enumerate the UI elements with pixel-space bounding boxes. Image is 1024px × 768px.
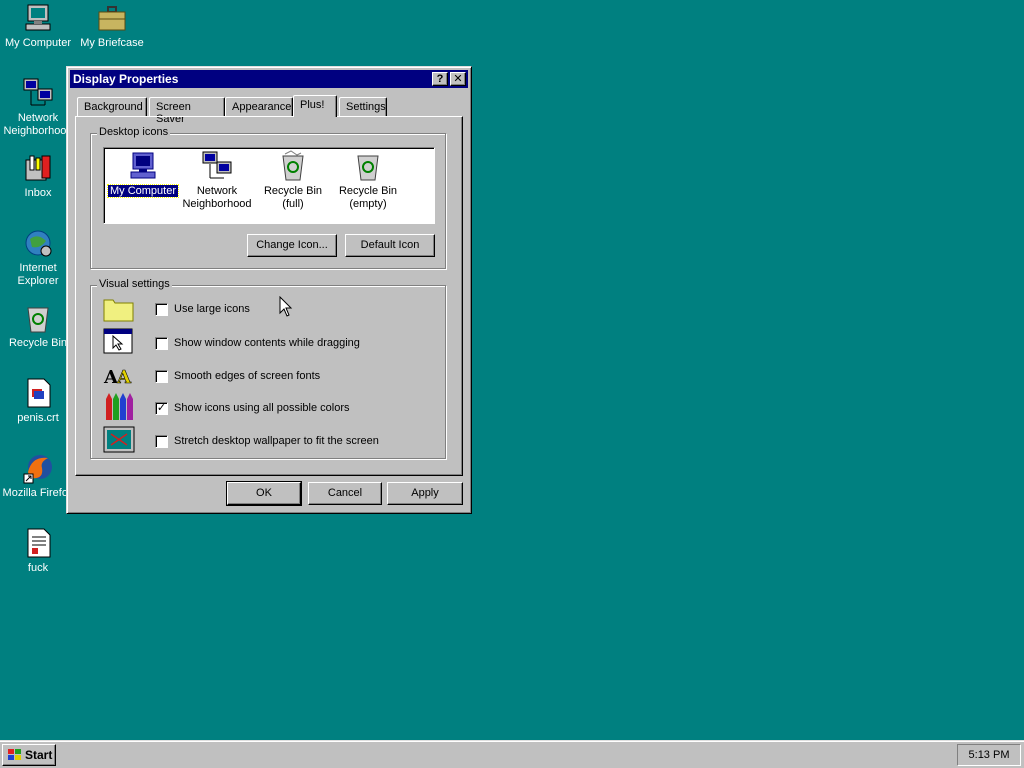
setting-row-stretch-wallpaper: Stretch desktop wallpaper to fit the scr… — [103, 426, 433, 456]
setting-row-large-icons: Use large icons — [103, 294, 433, 324]
close-button[interactable]: ✕ — [450, 72, 466, 86]
list-item-network-neighborhood[interactable]: Network Neighborhood — [180, 150, 254, 211]
desktop-icon-label: Network Neighborhood — [3, 112, 73, 137]
window-contents-checkbox[interactable] — [155, 337, 168, 350]
computer-icon — [127, 150, 159, 182]
desktop-icon-my-briefcase[interactable]: My Briefcase — [74, 2, 150, 50]
smooth-fonts-checkbox[interactable] — [155, 370, 168, 383]
tab-settings[interactable]: Settings — [339, 97, 387, 117]
crayons-icon — [103, 393, 135, 421]
document-icon — [22, 527, 54, 559]
network-icon — [22, 77, 54, 109]
setting-label: Show icons using all possible colors — [174, 402, 350, 414]
firefox-icon — [22, 452, 54, 484]
setting-label: Use large icons — [174, 303, 250, 315]
taskbar: Start 5:13 PM — [0, 740, 1024, 768]
display-properties-dialog: Display Properties ? ✕ Background Screen… — [66, 66, 472, 514]
monitor-stretch-icon — [103, 426, 135, 454]
group-title: Desktop icons — [97, 126, 171, 138]
svg-text:A: A — [116, 367, 132, 388]
desktop-icon-penis-crt[interactable]: penis.crt — [0, 377, 76, 425]
stretch-wallpaper-checkbox[interactable] — [155, 435, 168, 448]
list-item-recycle-bin-empty[interactable]: Recycle Bin (empty) — [331, 150, 405, 211]
setting-label: Smooth edges of screen fonts — [174, 370, 321, 382]
desktop-icon-document[interactable]: fuck — [0, 527, 76, 575]
desktop-icon-label: Recycle Bin — [8, 337, 68, 349]
desktop-icon-recycle-bin[interactable]: Recycle Bin — [0, 302, 76, 350]
desktop-icon-label: Internet Explorer — [17, 262, 59, 287]
desktop-icon-label: fuck — [27, 562, 49, 574]
desktop-icon-mozilla-firefox[interactable]: Mozilla Firefox — [0, 452, 76, 500]
large-icons-checkbox[interactable] — [155, 303, 168, 316]
tab-background[interactable]: Background — [77, 97, 147, 117]
setting-row-window-contents: Show window contents while dragging — [103, 328, 433, 358]
apply-button[interactable]: Apply — [387, 482, 463, 505]
tab-screen-saver[interactable]: Screen Saver — [149, 97, 225, 125]
mouse-cursor-icon — [279, 295, 293, 318]
desktop-icon-label: Inbox — [24, 187, 52, 199]
clock[interactable]: 5:13 PM — [969, 749, 1010, 761]
desktop-icon-label: My Computer — [4, 37, 72, 49]
internet-explorer-icon — [22, 227, 54, 259]
list-item-label: Recycle Bin (full) — [263, 185, 323, 210]
setting-label: Stretch desktop wallpaper to fit the scr… — [174, 435, 379, 447]
cancel-button[interactable]: Cancel — [308, 482, 382, 505]
desktop-icon-internet-explorer[interactable]: Internet Explorer — [0, 227, 76, 288]
window-drag-icon — [103, 328, 135, 356]
list-item-recycle-bin-full[interactable]: Recycle Bin (full) — [256, 150, 330, 211]
window-title: Display Properties — [73, 72, 179, 86]
recycle-bin-icon — [22, 302, 54, 334]
computer-icon — [22, 2, 54, 34]
change-icon-button[interactable]: Change Icon... — [247, 234, 337, 257]
setting-label: Show window contents while dragging — [174, 337, 360, 349]
setting-row-smooth-fonts: AA Smooth edges of screen fonts — [103, 361, 433, 391]
desktop-icon-inbox[interactable]: Inbox — [0, 152, 76, 200]
inbox-icon — [22, 152, 54, 184]
visual-settings-group: Visual settings Use large icons Show win… — [90, 278, 446, 459]
windows-logo-icon — [7, 748, 22, 762]
setting-row-all-colors: ✓ Show icons using all possible colors — [103, 393, 433, 423]
list-item-my-computer[interactable]: My Computer — [106, 150, 180, 198]
desktop-icon-label: penis.crt — [17, 412, 59, 424]
folder-icon — [103, 294, 135, 322]
certificate-file-icon — [22, 377, 54, 409]
desktop-icon-my-computer[interactable]: My Computer — [0, 2, 76, 50]
system-tray: 5:13 PM — [957, 744, 1021, 766]
desktop-icons-group: Desktop icons My Computer Network Neighb… — [90, 126, 446, 269]
list-item-label: Recycle Bin (empty) — [338, 185, 398, 210]
help-button[interactable]: ? — [432, 72, 448, 86]
desktop-icon-network-neighborhood[interactable]: Network Neighborhood — [0, 77, 76, 138]
start-button[interactable]: Start — [2, 744, 56, 766]
recycle-bin-empty-icon — [352, 150, 384, 182]
ok-button[interactable]: OK — [226, 481, 302, 506]
group-title: Visual settings — [97, 278, 172, 290]
title-bar[interactable]: Display Properties ? ✕ — [70, 70, 468, 88]
all-colors-checkbox[interactable]: ✓ — [155, 402, 168, 415]
network-icon — [201, 150, 233, 182]
desktop-icon-label: My Briefcase — [80, 37, 144, 49]
start-label: Start — [25, 748, 53, 762]
desktop-icon-label: Mozilla Firefox — [2, 487, 74, 499]
list-item-label: Network Neighborhood — [182, 185, 252, 210]
default-icon-button[interactable]: Default Icon — [345, 234, 435, 257]
tab-appearance[interactable]: Appearance — [225, 97, 293, 117]
font-smoothing-icon: AA — [103, 361, 135, 389]
recycle-bin-full-icon — [277, 150, 309, 182]
desktop-icons-list[interactable]: My Computer Network Neighborhood Recycle… — [103, 147, 435, 224]
tab-plus[interactable]: Plus! — [293, 95, 337, 117]
briefcase-icon — [96, 2, 128, 34]
tab-panel-plus: Desktop icons My Computer Network Neighb… — [75, 116, 463, 476]
list-item-label: My Computer — [106, 184, 180, 198]
